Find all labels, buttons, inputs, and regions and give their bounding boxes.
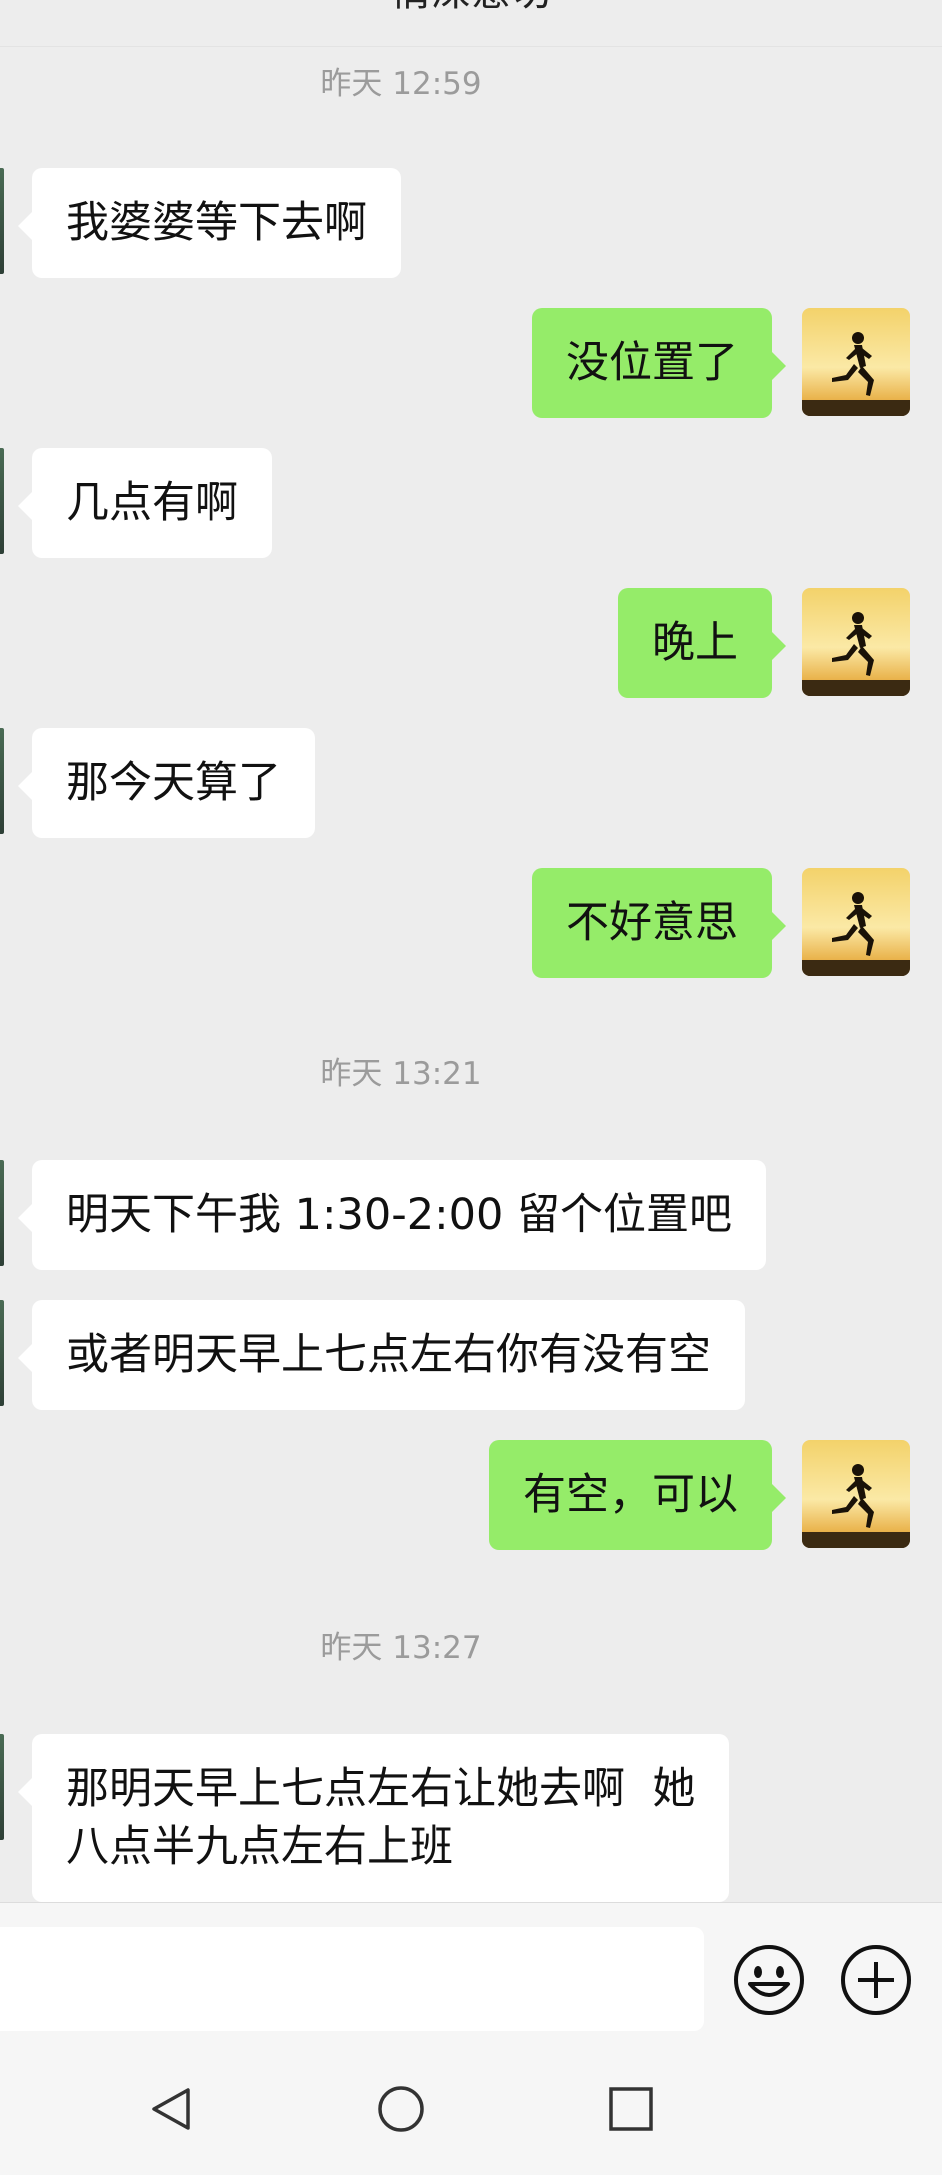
my-avatar[interactable]	[802, 868, 910, 976]
smiley-face-icon	[734, 1945, 804, 2015]
square-recents-icon	[609, 2087, 653, 2131]
outgoing-message[interactable]: 晚上	[618, 588, 786, 698]
my-avatar[interactable]	[802, 588, 910, 696]
incoming-message[interactable]: 或者明天早上七点左右你有没有空	[18, 1300, 745, 1410]
contact-avatar[interactable]	[0, 168, 4, 274]
runner-avatar-icon	[802, 868, 910, 976]
contact-avatar[interactable]	[0, 1734, 4, 1840]
incoming-message[interactable]: 那明天早上七点左右让她去啊 她 八点半九点左右上班	[17, 1734, 730, 1902]
contact-avatar[interactable]	[0, 1160, 4, 1266]
outgoing-message[interactable]: 没位置了	[532, 308, 786, 418]
timestamp: 昨天 13:21	[320, 1056, 482, 1092]
timestamp: 昨天 13:27	[320, 1630, 482, 1666]
message-list[interactable]: 昨天 12:59 我婆婆等下去啊 没位置了 几点有啊 晚上 那今天算了 不好意思…	[0, 46, 942, 1902]
timestamp: 昨天 12:59	[320, 66, 482, 102]
back-button[interactable]	[146, 2084, 196, 2134]
contact-avatar[interactable]	[0, 1300, 4, 1406]
circle-home-icon	[378, 2086, 424, 2132]
input-bar	[0, 1902, 942, 2041]
system-nav-bar	[0, 2040, 942, 2175]
my-avatar[interactable]	[802, 308, 910, 416]
incoming-message[interactable]: 我婆婆等下去啊	[18, 168, 401, 278]
chat-title: 情深意切	[0, 0, 942, 12]
runner-avatar-icon	[802, 1440, 910, 1548]
contact-avatar[interactable]	[0, 728, 4, 834]
incoming-message[interactable]: 明天下午我 1:30-2:00 留个位置吧	[18, 1160, 766, 1270]
chat-header: 情深意切	[0, 0, 942, 47]
outgoing-message[interactable]: 有空，可以	[489, 1440, 786, 1550]
contact-avatar[interactable]	[0, 448, 4, 554]
my-avatar[interactable]	[802, 1440, 910, 1548]
triangle-back-icon	[152, 2088, 190, 2130]
message-input[interactable]	[0, 1927, 704, 2031]
incoming-message[interactable]: 那今天算了	[18, 728, 315, 838]
home-button[interactable]	[376, 2084, 426, 2134]
outgoing-message[interactable]: 不好意思	[532, 868, 786, 978]
runner-avatar-icon	[802, 588, 910, 696]
incoming-message[interactable]: 几点有啊	[18, 448, 272, 558]
plus-circle-icon	[841, 1945, 911, 2015]
more-button[interactable]	[838, 1942, 914, 2018]
emoji-button[interactable]	[731, 1942, 807, 2018]
recents-button[interactable]	[606, 2084, 656, 2134]
runner-avatar-icon	[802, 308, 910, 416]
